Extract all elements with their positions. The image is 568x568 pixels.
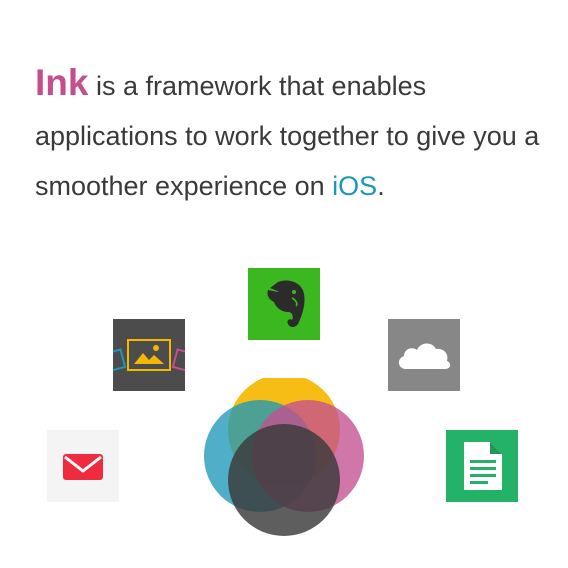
cloud-icon [398,343,451,369]
ink-logo [204,378,364,538]
intro-text: is a framework that enables applications… [35,71,540,201]
brand-name: Ink [35,62,89,103]
intro-paragraph: Ink is a framework that enables applicat… [35,58,545,211]
ink-overlapping-circles-logo [204,378,364,536]
intro-text-end: . [377,171,385,201]
photos-icon [113,339,185,372]
photos-app-tile[interactable] [113,319,185,391]
document-icon [464,442,502,490]
cloud-app-tile[interactable] [388,319,460,391]
evernote-elephant-icon [267,280,305,327]
evernote-app-tile[interactable] [248,268,320,340]
docs-app-tile[interactable] [446,430,518,502]
platform-name: iOS [332,171,378,201]
mail-envelope-icon [63,454,103,480]
mail-app-tile[interactable] [47,430,119,502]
